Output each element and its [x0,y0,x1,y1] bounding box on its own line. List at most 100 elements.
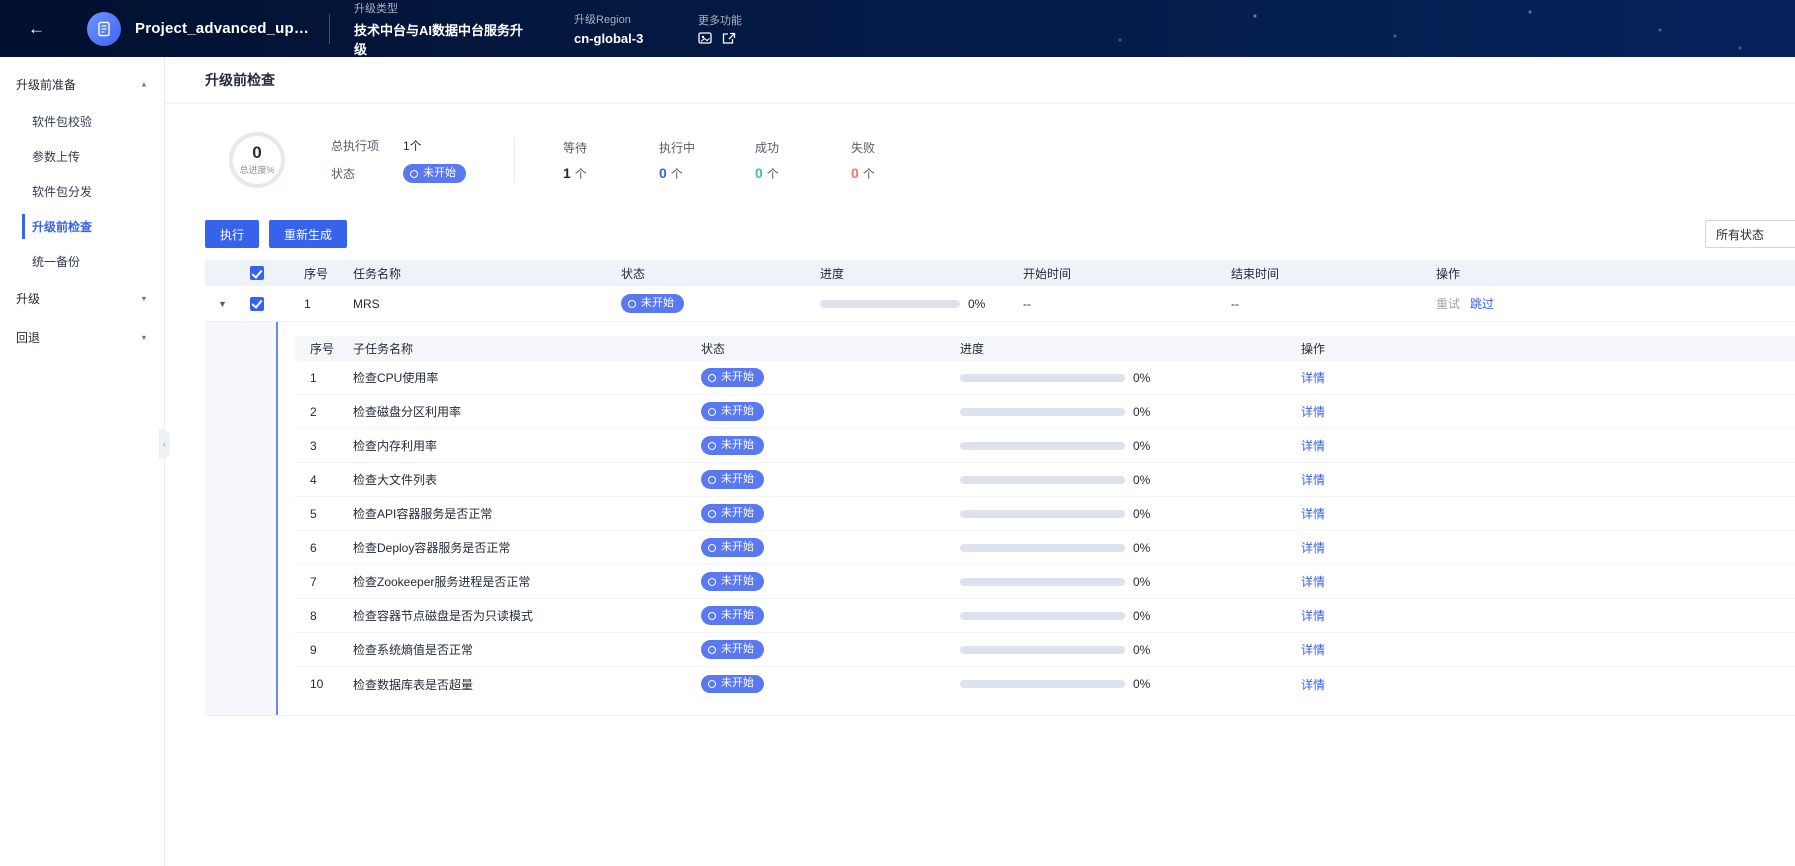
task-index: 1 [304,296,311,311]
stat-unit: 个 [862,166,875,181]
sidebar-item-package-distribute[interactable]: 软件包分发 [0,174,164,209]
col-start-time: 开始时间 [1023,266,1072,281]
task-table: 序号 任务名称 状态 进度 开始时间 结束时间 操作 ▼ 1 MRS 未开始 0… [205,260,1795,716]
subtask-row: 8 检查容器节点磁盘是否为只读模式 未开始 0% 详情 [295,599,1795,633]
progress-percent: 0% [1133,642,1151,657]
not-started-icon [708,611,716,620]
not-started-icon [628,299,636,308]
status-filter-value: 所有状态 [1716,227,1765,242]
progress-percent: 0% [1133,574,1151,589]
progress-bar [960,441,1125,450]
col-actions: 操作 [1436,266,1461,281]
detail-link[interactable]: 详情 [1301,641,1325,658]
back-arrow-icon[interactable]: ← [28,20,45,37]
stat-label: 成功 [755,140,780,155]
progress-percent: 0% [1133,404,1151,419]
subcol-progress: 进度 [960,342,985,356]
task-table-header: 序号 任务名称 状态 进度 开始时间 结束时间 操作 [205,260,1795,286]
total-progress-ring: 0 总进度% [229,132,285,188]
status-badge-text: 未开始 [721,438,754,451]
sidebar-item-pre-upgrade-check[interactable]: 升级前检查 [0,209,164,244]
sidebar-collapse-handle[interactable]: ‹ [159,429,170,459]
subtask-name: 检查数据库表是否超量 [353,677,474,692]
stat-failed: 失败 0个 [851,139,895,182]
header-divider [329,13,330,44]
sidebar-group-pre-upgrade[interactable]: 升级前准备 ▲ [0,65,164,104]
task-start-time: -- [1023,296,1031,311]
subtask-name: 检查内存利用率 [353,439,438,453]
col-end-time: 结束时间 [1231,266,1280,281]
retry-link[interactable]: 重试 [1436,295,1460,312]
status-badge: 未开始 [701,538,764,557]
upgrade-type-label: 升级类型 [354,2,398,15]
progress-percent: 0% [1133,540,1151,555]
more-functions-label: 更多功能 [698,15,742,27]
export-icon[interactable] [722,32,736,45]
expand-caret-icon[interactable]: ▼ [218,299,227,309]
progress-percent: 0% [1133,677,1151,691]
subtask-index: 4 [310,472,317,487]
not-started-icon [708,407,716,416]
progress-percent: 0% [1133,472,1151,487]
project-title: Project_advanced_upg... [135,20,311,37]
execute-button[interactable]: 执行 [205,220,260,248]
subtask-index: 2 [310,404,317,419]
status-badge-text: 未开始 [423,166,456,179]
select-all-checkbox[interactable] [250,266,264,280]
sidebar-item-param-upload[interactable]: 参数上传 [0,139,164,174]
top-header: ← Project_advanced_upg... 升级类型 技术中台与AI数据… [0,0,1795,57]
detail-link[interactable]: 详情 [1301,505,1325,522]
status-filter-select[interactable]: 所有状态 [1705,220,1795,248]
subtask-index: 7 [310,574,317,589]
sidebar-item-package-verify[interactable]: 软件包校验 [0,104,164,139]
detail-link[interactable]: 详情 [1301,437,1325,454]
sidebar-item-unified-backup[interactable]: 统一备份 [0,244,164,279]
progress-percent: 0% [1133,438,1151,453]
progress-bar [960,373,1125,382]
progress-bar [820,299,960,308]
status-badge-text: 未开始 [721,574,754,587]
app-window: ← Project_advanced_upg... 升级类型 技术中台与AI数据… [0,0,1795,866]
stat-label: 失败 [851,140,876,155]
chevron-down-icon: ▼ [140,294,148,303]
sidebar-group-rollback[interactable]: 回退 ▼ [0,318,164,357]
stat-value: 0 [659,164,667,181]
total-items-value: 1个 [403,139,422,154]
row-checkbox[interactable] [250,296,264,311]
subtask-row: 4 检查大文件列表 未开始 0% 详情 [295,463,1795,497]
detail-link[interactable]: 详情 [1301,403,1325,420]
monitor-icon[interactable] [698,32,712,45]
detail-link[interactable]: 详情 [1301,539,1325,556]
summary-divider [514,137,515,183]
status-badge-text: 未开始 [721,642,754,655]
detail-link[interactable]: 详情 [1301,676,1325,693]
col-index: 序号 [304,266,329,281]
task-row-mrs: ▼ 1 MRS 未开始 0% -- -- 重试 跳过 [205,286,1795,322]
skip-link[interactable]: 跳过 [1470,295,1494,312]
regenerate-button[interactable]: 重新生成 [269,220,348,248]
subtask-index: 5 [310,506,317,521]
detail-link[interactable]: 详情 [1301,369,1325,386]
col-task-name: 任务名称 [353,266,402,281]
progress-bar [960,407,1125,416]
not-started-icon [708,680,716,688]
total-progress-label: 总进度% [239,165,275,175]
progress-percent: 0% [1133,370,1151,385]
stat-value: 0 [755,164,763,181]
not-started-icon [708,577,716,586]
stat-value: 1 [563,164,571,181]
status-badge-text: 未开始 [721,472,754,485]
sidebar-group-upgrade[interactable]: 升级 ▼ [0,279,164,318]
subtask-row: 6 检查Deploy容器服务是否正常 未开始 0% 详情 [295,531,1795,565]
detail-link[interactable]: 详情 [1301,607,1325,624]
subtask-name: 检查Zookeeper服务进程是否正常 [353,575,531,589]
title-divider [165,103,1795,104]
status-label: 状态 [331,167,356,181]
not-started-icon [708,543,716,552]
detail-link[interactable]: 详情 [1301,471,1325,488]
subtask-index: 6 [310,540,317,555]
region-value: cn-global-3 [574,31,644,46]
stat-unit: 个 [574,166,587,181]
sidebar: 升级前准备 ▲ 软件包校验 参数上传 软件包分发 升级前检查 统一备份 升级 ▼… [0,57,170,866]
detail-link[interactable]: 详情 [1301,573,1325,590]
